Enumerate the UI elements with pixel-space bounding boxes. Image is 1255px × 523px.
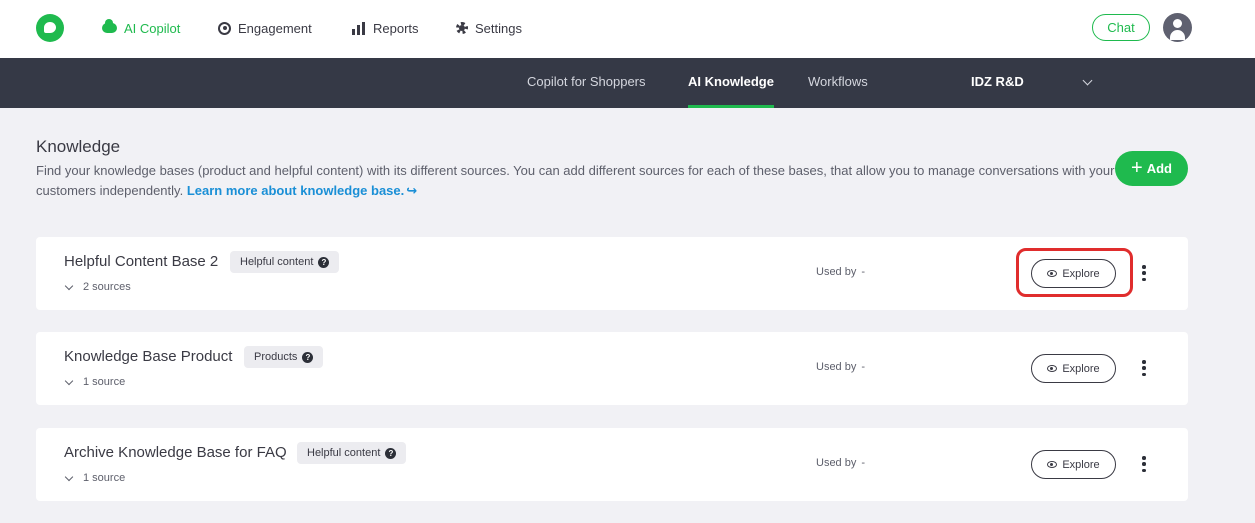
tab-copilot-for-shoppers[interactable]: Copilot for Shoppers [527,58,646,108]
explore-label: Explore [1062,267,1100,280]
target-icon [218,21,231,35]
logo-icon[interactable] [36,14,64,42]
learn-more-link[interactable]: Learn more about knowledge base. [187,183,404,198]
knowledge-base-card: Helpful Content Base 2 Helpful content ?… [36,237,1188,310]
nav-item-label: Settings [475,20,522,36]
used-by-value: - [861,266,866,278]
page-description: Find your knowledge bases (product and h… [36,161,1116,201]
nav-item-label: Reports [373,20,419,36]
chevron-down-icon [64,376,74,385]
knowledge-base-card: Archive Knowledge Base for FAQ Helpful c… [36,428,1188,501]
nav-item-label: AI Copilot [124,20,181,36]
used-by-value: - [861,457,866,469]
nav-item-engagement[interactable]: Engagement [218,19,312,37]
knowledge-base-card: Knowledge Base Product Products ? 1 sour… [36,332,1188,405]
sources-toggle[interactable]: 2 sources [64,281,131,293]
tab-workflows[interactable]: Workflows [808,58,868,108]
sub-navigation: Copilot for Shoppers AI Knowledge Workfl… [0,58,1255,108]
plus-icon: + [1131,156,1143,179]
cloud-icon [102,19,117,33]
sources-toggle[interactable]: 1 source [64,376,125,388]
badge-label: Helpful content [240,256,314,268]
tab-ai-knowledge[interactable]: AI Knowledge [688,58,774,108]
sources-count: 2 sources [83,281,131,293]
knowledge-base-title: Archive Knowledge Base for FAQ [64,444,287,461]
eye-icon [1047,461,1058,468]
nav-item-settings[interactable]: Settings [456,19,522,37]
eye-icon [1047,365,1058,372]
badge-label: Helpful content [307,447,381,459]
nav-item-reports[interactable]: Reports [352,19,419,37]
nav-item-ai-copilot[interactable]: AI Copilot [102,19,180,37]
top-navigation: AI Copilot Engagement Reports Settings C… [0,0,1255,58]
help-icon[interactable]: ? [385,447,397,459]
explore-button[interactable]: Explore [1031,259,1116,288]
sources-toggle[interactable]: 1 source [64,472,125,484]
eye-icon [1047,270,1058,277]
chevron-down-icon[interactable] [1082,75,1093,86]
sources-count: 1 source [83,376,126,388]
add-button[interactable]: + Add [1115,151,1188,186]
help-icon[interactable]: ? [302,351,314,363]
used-by-value: - [861,361,866,373]
gear-icon [456,22,468,34]
bar-chart-icon [352,21,366,35]
nav-item-label: Engagement [238,20,312,36]
used-by-label: Used by [816,457,857,469]
used-by: Used by - [816,361,865,373]
used-by-label: Used by [816,266,857,278]
used-by: Used by - [816,457,865,469]
knowledge-base-title: Knowledge Base Product [64,348,233,365]
chevron-down-icon [64,472,74,481]
chevron-down-icon [64,281,74,290]
badge-label: Products [254,351,298,363]
more-options-icon[interactable] [1136,454,1152,474]
knowledge-base-title: Helpful Content Base 2 [64,253,219,270]
explore-button[interactable]: Explore [1031,450,1116,479]
more-options-icon[interactable] [1136,263,1152,283]
page-title: Knowledge [36,137,121,156]
knowledge-base-type-badge: Helpful content ? [230,251,340,273]
sources-count: 1 source [83,472,126,484]
used-by-label: Used by [816,361,857,373]
knowledge-base-type-badge: Helpful content ? [297,442,407,464]
help-icon[interactable]: ? [318,256,330,268]
explore-label: Explore [1062,458,1100,471]
external-link-icon[interactable]: ↪ [406,183,417,198]
knowledge-base-type-badge: Products ? [244,346,324,368]
more-options-icon[interactable] [1136,358,1152,378]
chat-button[interactable]: Chat [1092,14,1150,41]
user-avatar-icon[interactable] [1163,13,1192,42]
org-selector[interactable]: IDZ R&D [971,58,1024,108]
explore-label: Explore [1062,362,1100,375]
used-by: Used by - [816,266,865,278]
explore-button[interactable]: Explore [1031,354,1116,383]
add-button-label: Add [1146,161,1172,176]
